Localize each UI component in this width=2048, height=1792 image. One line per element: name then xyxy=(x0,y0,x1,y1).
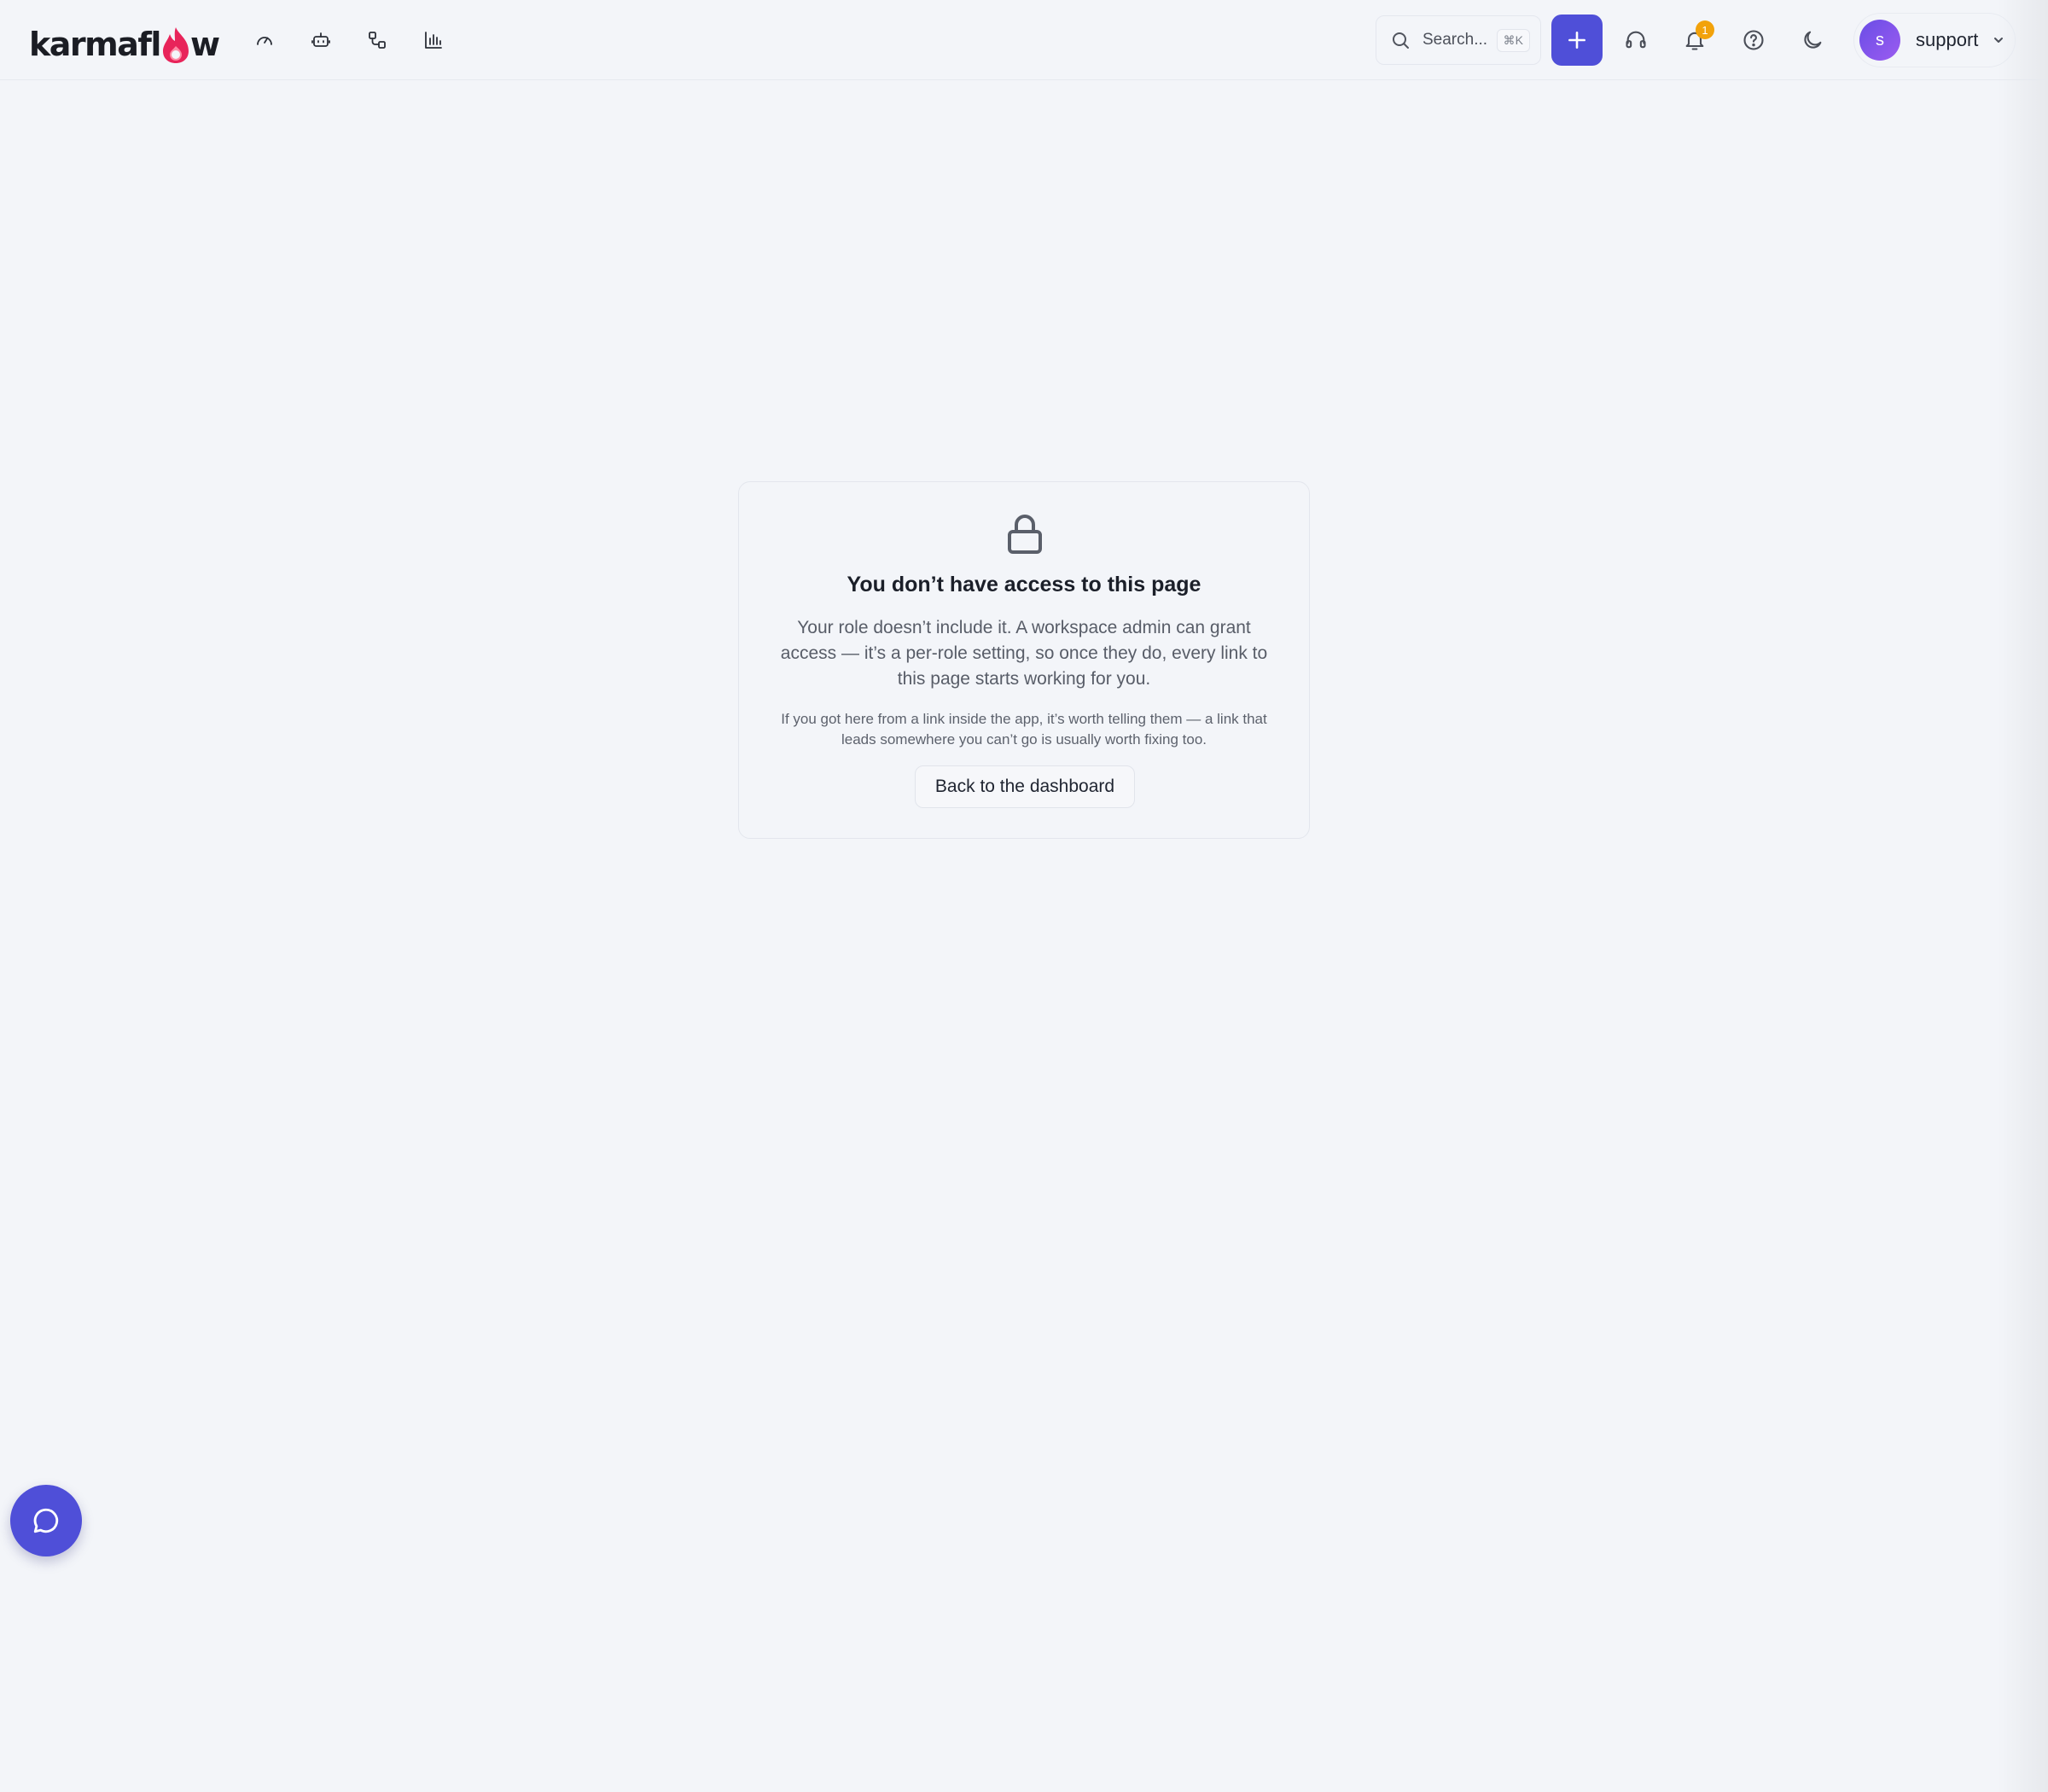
plus-icon xyxy=(1568,32,1585,49)
logo-text-left: karmafl xyxy=(29,26,161,63)
page-edge-shadow xyxy=(1997,0,2048,1792)
access-explanation: Your role doesn’t include it. A workspac… xyxy=(780,618,1268,689)
chevron-down-icon xyxy=(1994,38,2004,43)
create-new-button[interactable] xyxy=(1551,15,1603,66)
page-title: You don’t have access to this page xyxy=(847,573,1201,596)
access-note: If you got here from a link inside the a… xyxy=(781,711,1267,748)
logo-text-right: w xyxy=(189,26,220,63)
karmaflow-logo[interactable]: karmafl w xyxy=(29,20,220,65)
dark-mode-moon-icon[interactable] xyxy=(1793,20,1832,60)
search-box[interactable]: Search... ⌘K xyxy=(1376,15,1541,65)
chat-launcher-button[interactable] xyxy=(10,1485,82,1556)
bot-icon[interactable] xyxy=(304,23,338,57)
user-menu-button[interactable]: s support xyxy=(1853,13,2016,67)
support-headset-icon[interactable] xyxy=(1616,20,1655,60)
logo-flame-icon xyxy=(160,26,192,65)
user-name: support xyxy=(1916,29,1979,50)
workflow-icon[interactable] xyxy=(360,23,394,57)
access-denied-card: You don’t have access to this page Your … xyxy=(738,481,1310,839)
chat-bubble-icon xyxy=(33,1508,59,1533)
bar-chart-icon[interactable] xyxy=(416,23,451,57)
top-bar: karmafl w Search... ⌘K 1 s support xyxy=(0,0,2048,80)
lock-icon xyxy=(1008,515,1042,554)
help-icon[interactable] xyxy=(1734,20,1773,60)
search-shortcut-hint: ⌘K xyxy=(1496,28,1530,52)
notifications-button[interactable]: 1 xyxy=(1675,20,1714,60)
back-to-dashboard-button[interactable]: Back to the dashboard xyxy=(915,765,1135,808)
search-placeholder: Search... xyxy=(1423,31,1488,49)
avatar: s xyxy=(1859,20,1900,61)
dashboard-gauge-icon[interactable] xyxy=(247,23,282,57)
notification-count-badge: 1 xyxy=(1696,20,1714,39)
search-icon xyxy=(1393,32,1409,49)
